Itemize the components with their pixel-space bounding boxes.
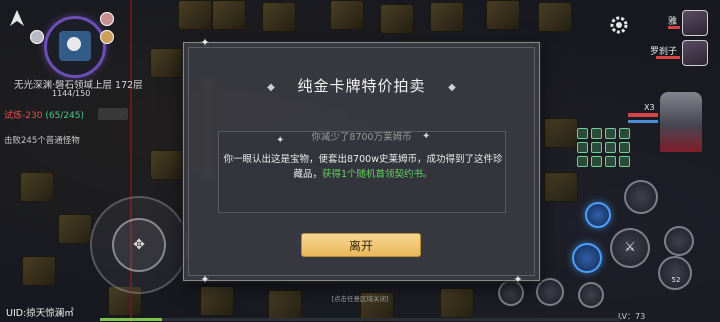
dialog-description: 你一眼认出这是宝物，便套出8700w史莱姆币，成功得到了这件珍藏品，获得1个随机…: [220, 152, 506, 182]
sparkle-icon: ✦: [276, 135, 285, 146]
buff-icon: [619, 142, 630, 153]
skill-button[interactable]: [624, 180, 658, 214]
skill-button[interactable]: [664, 226, 694, 256]
trial-value: -230: [22, 111, 43, 121]
skill-counter: 52: [671, 276, 681, 284]
corner-sparkle-icon: ✦: [200, 36, 210, 49]
avatar: [30, 30, 44, 44]
buff-icon: [605, 128, 616, 139]
sparkle-icon: ✦: [422, 131, 431, 142]
close-hint: [点击任意区域关闭]: [331, 295, 389, 303]
quest-objective: 击败245个普通怪物: [4, 136, 80, 146]
dialog-title: 纯金卡牌特价拍卖: [297, 77, 426, 95]
buff-icon: [591, 128, 602, 139]
buff-icon: [591, 156, 602, 167]
auction-dialog: ✦ ✦ ✦ ◆ 纯金卡牌特价拍卖 ◆ 你减少了8700万莱姆币 ✦ ✦ 你一眼认…: [183, 37, 540, 285]
stack-count: X3: [644, 103, 655, 112]
buff-icon: [619, 156, 630, 167]
player-mp-bar: [628, 120, 658, 123]
wing-back-icon[interactable]: [4, 6, 30, 32]
trial-toggle-button[interactable]: [98, 108, 128, 120]
player-level: LV：73: [618, 312, 646, 321]
party-member-avatar[interactable]: [682, 40, 708, 66]
corner-sparkle-icon: ✦: [200, 273, 210, 286]
skill-button[interactable]: [585, 202, 611, 228]
buff-icon: [577, 156, 588, 167]
minimap-player-icon: [67, 37, 81, 51]
corner-sparkle-icon: ✦: [513, 273, 523, 286]
skill-button[interactable]: [572, 243, 602, 273]
minimap[interactable]: [44, 16, 106, 78]
buff-icon: [605, 142, 616, 153]
leave-button[interactable]: 离开: [301, 233, 421, 257]
party-member-avatar[interactable]: [682, 10, 708, 36]
party-member-hp: [668, 26, 680, 29]
reward-text: 获得1个随机首领契约书。: [321, 169, 433, 180]
player-portrait[interactable]: [660, 92, 702, 152]
player-hp-bar: [628, 113, 658, 117]
gear-icon[interactable]: [608, 14, 630, 36]
trial-status: 试炼-230 (65/245): [4, 108, 84, 121]
sword-icon: ⚔: [624, 240, 636, 255]
buff-icon: [577, 142, 588, 153]
title-ornament-icon: ◆: [448, 82, 456, 93]
experience-bar: [100, 318, 620, 321]
trial-count: (65/245): [45, 111, 85, 121]
buff-icon: [619, 128, 630, 139]
skill-button[interactable]: [658, 256, 692, 290]
buff-icon: [605, 156, 616, 167]
experience-fill: [100, 318, 163, 321]
buff-icon: [591, 142, 602, 153]
avatar: [100, 12, 114, 26]
party-member-hp: [656, 56, 680, 59]
buff-icon: [577, 128, 588, 139]
joystick-arrows-icon: ✥: [133, 237, 145, 253]
dialog-subtitle: 你减少了8700万莱姆币: [311, 132, 412, 143]
user-id-label: UID:掠天惊澜㎡: [6, 308, 74, 319]
trial-label: 试炼: [4, 111, 23, 121]
avatar: [100, 30, 114, 44]
location-progress: 1144/150: [52, 89, 91, 98]
